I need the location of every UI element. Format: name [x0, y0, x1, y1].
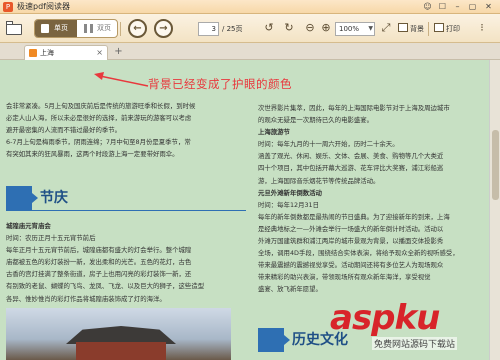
scrollbar-thumb[interactable] [492, 130, 499, 200]
double-page-icon [84, 24, 93, 33]
toolbar-divider [120, 22, 121, 36]
festival-text: 城隍庙元宵庙会 时间：农历正月十五元宵节前后 每年正月十五元宵节前后，城隍庙都有… [6, 220, 249, 305]
text-line: 时间：每年12月31日 [258, 200, 319, 209]
background-button[interactable]: 背景 [398, 22, 424, 36]
text-line: 避开最密集的人流而不错过最好的季节。 [6, 126, 122, 135]
text-line: 会非常紧凑。5月上旬及国庆前后是传统的旅游旺季和长假，到时候 [6, 102, 196, 110]
text-line: 每年的新年倒数都是最热闹的节日盛典。为了迎接新年的到来，上海 [258, 212, 450, 221]
text-line: 的观众无疑是一次期待已久的电影盛宴。 [258, 116, 374, 125]
document-icon [29, 49, 37, 57]
more-icon[interactable]: ⁝ [474, 21, 490, 35]
text-line: 是经典地标之一—外滩会举行一场盛大的新年倒计时活动。活动以 [258, 224, 444, 233]
pdf-page: 背景已经变成了护眼的颜色 会非常紧凑。5月上旬及国庆前后是传统的旅游旺季和长假，… [0, 60, 500, 360]
print-label: 打印 [446, 25, 460, 33]
text-line: 庙都被五色的彩灯装扮一新，发出柔和的光芒。五色的花灯，古色 [6, 258, 192, 267]
background-label: 背景 [410, 25, 424, 33]
watermark-logo: aspku [330, 298, 440, 338]
text-line: 盛宴、放飞新年愿望。 [258, 285, 322, 294]
zoom-value: 100% [339, 25, 360, 33]
section-marker [6, 186, 32, 210]
section-underline [6, 210, 246, 211]
text-line: 各异、惟妙惟肖的彩灯作品将城隍庙装饰成了灯的海洋。 [6, 294, 166, 303]
tab-bar: 上海 × + [0, 43, 500, 60]
text-line: 有突如其来的狂风暴雨，这两个时段游上海一定要带好雨伞。 [6, 150, 179, 159]
text-line: 上海旅游节 [258, 128, 290, 137]
right-column: 次世界影片集萃，因此，每年的上海国际电影节对于上海及周边城市 的观众无疑是一次期… [258, 102, 486, 296]
text-line: 游，上海国际音乐烟花节等传统品牌活动。 [258, 176, 380, 185]
new-tab-button[interactable]: + [112, 46, 125, 58]
temple-photo [6, 308, 231, 360]
text-line: 带来精彩的助兴表演，带领现场所有观众新年海洋，享受视觉 [258, 273, 431, 282]
text-line: 次世界影片集萃，因此，每年的上海国际电影节对于上海及周边城市 [258, 104, 450, 112]
text-line: 外滩万国建筑群和浦江两岸的城市景观为背景，以播面交体投影秀 [258, 237, 444, 246]
zoom-out-icon[interactable]: ⊖ [302, 21, 318, 35]
zoom-select[interactable]: 100% ▼ [335, 22, 375, 36]
text-line: 时间：农历正月十五元宵节前后 [6, 234, 96, 243]
tab-label: 上海 [40, 49, 54, 57]
text-line: 时间：每年九月的十一周六开始，历时二十余天。 [258, 140, 399, 149]
text-line: 每年正月十五元宵节前后，城隍庙都有盛大的灯会举行。整个城隍 [6, 246, 192, 255]
close-button[interactable]: ✕ [482, 1, 495, 12]
annotation-arrow [94, 72, 149, 87]
text-line: 全场，调用4D手段，围绕结合实体表演，将给予现众全新的视听感受， [258, 249, 459, 258]
single-page-label: 单页 [54, 24, 68, 32]
text-line: 城隍庙元宵庙会 [6, 222, 51, 230]
text-line: 6-7月上旬是梅雨季节，阴雨连绵；7月中旬至8月份是夏季节，常 [6, 138, 191, 147]
fit-page-icon[interactable]: ⤢ [378, 21, 394, 35]
rotate-right-icon[interactable]: ↻ [281, 21, 297, 35]
left-column: 会非常紧凑。5月上旬及国庆前后是传统的旅游旺季和长假，到时候 必定人山人海，所以… [6, 100, 249, 160]
rotate-left-icon[interactable]: ↺ [261, 21, 277, 35]
zoom-in-icon[interactable]: ⊕ [318, 21, 334, 35]
maximize-button[interactable]: ▢ [466, 1, 479, 12]
page-total-label: / 25页 [222, 25, 243, 33]
section-title: 节庆 [40, 190, 68, 206]
text-line: 带来最震撼的震撼视觉享受。活动期间还将有多位艺人为现场观众 [258, 261, 444, 270]
text-line: 元旦外滩新年倒数活动 [258, 188, 322, 197]
previous-page-button[interactable]: ← [128, 19, 147, 38]
title-bar: P 极速pdf阅读器 ☺ ☐ – ▢ ✕ [0, 0, 500, 14]
tab-document[interactable]: 上海 × [24, 45, 108, 60]
next-page-button[interactable]: → [154, 19, 173, 38]
pdf-app-icon: P [3, 2, 13, 12]
text-line: 四十个项目，其中包括开幕大巡游、花车评比大奖赛，浦江彩船巡 [258, 164, 444, 173]
page-number-input[interactable]: 3 [198, 22, 219, 36]
single-page-icon [41, 24, 49, 33]
close-tab-icon[interactable]: × [96, 47, 103, 59]
menu-icon[interactable]: ☐ [436, 1, 449, 12]
toolbar-divider [428, 22, 429, 36]
watermark-caption: 免费网站源码下载站 [372, 337, 458, 350]
text-line: 古香的宫灯挂满了整条街道，房子上也用闪亮的彩灯装饰一新，还 [6, 270, 192, 279]
skin-icon[interactable]: ☺ [421, 1, 434, 12]
text-line: 有别致的老鼠、蝴蝶的飞鸟、龙凤、飞龙、以及巨大的狮子，这些造型 [6, 282, 205, 291]
section-marker-arrow [32, 193, 38, 203]
window-title: 极速pdf阅读器 [17, 2, 70, 11]
view-mode-toggle: 单页 双页 [34, 19, 118, 38]
double-page-label: 双页 [97, 24, 111, 32]
background-icon [398, 23, 408, 32]
annotation-text: 背景已经变成了护眼的颜色 [148, 77, 292, 91]
section-marker [258, 328, 284, 352]
text-line: 必定人山人海，所以未必是很好的选择，前来游玩的游客可以考虑 [6, 114, 192, 123]
double-page-button[interactable]: 双页 [77, 20, 117, 37]
chevron-down-icon: ▼ [368, 25, 373, 32]
single-page-button[interactable]: 单页 [35, 20, 77, 37]
vertical-scrollbar[interactable] [489, 60, 500, 360]
print-button[interactable]: 打印 [434, 22, 460, 36]
section-marker-arrow [284, 335, 290, 345]
minimize-button[interactable]: – [451, 1, 464, 12]
section-heading-festival: 节庆 [6, 186, 246, 211]
toolbar: 单页 双页 ← → 3 / 25页 ↺ ↻ ⊖ ⊕ 100% ▼ ⤢ 背景 打印… [0, 14, 500, 43]
printer-icon [434, 23, 444, 32]
open-folder-icon[interactable] [6, 21, 24, 35]
text-line: 涵盖了观光、休闲、娱乐、文体、会展、美食、购物等几个大类近 [258, 152, 444, 161]
document-view[interactable]: 背景已经变成了护眼的颜色 会非常紧凑。5月上旬及国庆前后是传统的旅游旺季和长假，… [0, 60, 500, 360]
